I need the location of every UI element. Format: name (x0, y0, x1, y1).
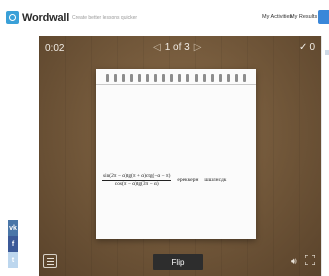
ring (146, 74, 150, 82)
score-value: 0 (309, 42, 315, 53)
card-word-2: шшлнсдк (204, 177, 227, 184)
facebook-share-button[interactable]: f (8, 236, 18, 252)
menu-button[interactable] (43, 254, 57, 268)
ring (162, 74, 166, 82)
ring (130, 74, 134, 82)
next-card-icon[interactable]: ▷ (194, 42, 202, 53)
check-icon: ✓ (299, 42, 308, 53)
vk-share-button[interactable]: vk (8, 220, 18, 236)
top-bar: Wordwall Create better lessons quicker M… (0, 0, 329, 36)
card-counter: ◁ 1 of 3 ▷ (153, 42, 201, 53)
notebook-rings (106, 74, 246, 82)
ring (122, 74, 126, 82)
card-perforation-line (96, 84, 256, 85)
flip-button[interactable]: Flip (153, 254, 203, 270)
ring (202, 74, 206, 82)
ring (210, 74, 214, 82)
menu-line (46, 263, 54, 265)
card-word-1: ереккерн (177, 177, 199, 184)
ring (106, 74, 109, 82)
ring (234, 74, 238, 82)
nav-my-results[interactable]: My Results (290, 14, 317, 20)
menu-line (46, 257, 54, 259)
flash-card[interactable]: sin(2π − α)tg(π + α)ctg(−α − π) cos(π − … (96, 69, 256, 239)
nav-my-activities[interactable]: My Activities (262, 14, 292, 20)
ring (138, 74, 142, 82)
upgrade-button[interactable] (318, 10, 329, 24)
game-stage: 0:02 ◁ 1 of 3 ▷ ✓ 0 sin(2π − α)tg(π + α)… (39, 36, 321, 276)
formula-numerator: sin(2π − α)tg(π + α)ctg(−α − π) (102, 173, 172, 181)
ring (186, 74, 190, 82)
ring (178, 74, 182, 82)
wordwall-logo[interactable]: Wordwall (6, 11, 69, 24)
sound-icon[interactable]: 🔊︎ (291, 256, 297, 267)
ring (226, 74, 230, 82)
score: ✓ 0 (299, 42, 315, 53)
card-counter-text: 1 of 3 (164, 42, 190, 53)
card-content: sin(2π − α)tg(π + α)ctg(−α − π) cos(π − … (102, 173, 226, 188)
ring (170, 74, 174, 82)
ring (242, 74, 246, 82)
logo-icon (6, 11, 19, 24)
logo-text: Wordwall (22, 11, 70, 24)
tagline: Create better lessons quicker (72, 15, 138, 21)
previous-card-icon[interactable]: ◁ (153, 42, 161, 53)
panel-chip[interactable] (325, 50, 329, 55)
ring (114, 74, 118, 82)
formula-denominator: cos(π − α)tg(3π − α) (114, 180, 159, 187)
ring (154, 74, 158, 82)
menu-line (46, 260, 54, 262)
social-share-bar: vk f t (8, 220, 18, 268)
timer: 0:02 (45, 43, 65, 54)
right-side-panel (321, 36, 329, 276)
fullscreen-icon[interactable] (305, 255, 315, 265)
ring (194, 74, 198, 82)
twitter-share-button[interactable]: t (8, 252, 18, 268)
ring (218, 74, 222, 82)
formula-fraction: sin(2π − α)tg(π + α)ctg(−α − π) cos(π − … (102, 173, 172, 188)
